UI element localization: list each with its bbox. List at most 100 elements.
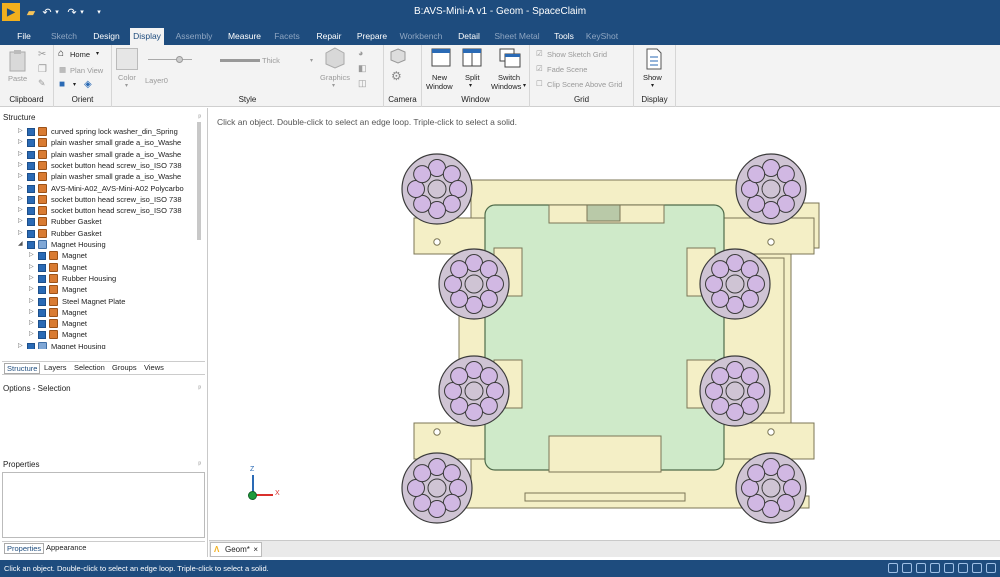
tab-repair[interactable]: Repair <box>315 28 343 45</box>
show-sketch-grid-checkbox[interactable]: ☑ <box>536 49 543 58</box>
visibility-checkbox[interactable] <box>38 331 46 340</box>
expand-icon[interactable]: ▷ <box>18 205 24 216</box>
visibility-checkbox[interactable] <box>27 184 35 193</box>
fade-scene-label[interactable]: Fade Scene <box>547 65 587 74</box>
format-painter-icon[interactable]: ✎ <box>38 78 46 89</box>
tree-row[interactable]: ▷ plain washer small grade a_iso_Washe <box>0 149 200 160</box>
properties-pin-icon[interactable]: ᵖ <box>198 458 201 471</box>
plan-view-button[interactable]: Plan View <box>70 66 103 75</box>
expand-icon[interactable]: ▷ <box>18 228 24 239</box>
tree-row[interactable]: ▷ Magnet <box>0 329 200 340</box>
tree-row[interactable]: ▷ Magnet <box>0 250 200 261</box>
paste-label[interactable]: Paste <box>8 74 27 83</box>
tab-sheet-metal[interactable]: Sheet Metal <box>492 28 542 45</box>
tree-row[interactable]: ▷ socket button head screw_iso_ISO 738 <box>0 160 200 171</box>
visibility-checkbox[interactable] <box>38 252 46 261</box>
home-dropdown-icon[interactable]: ▾ <box>96 50 99 57</box>
show-sketch-grid-label[interactable]: Show Sketch Grid <box>547 50 607 59</box>
constraint-icon[interactable] <box>972 563 982 573</box>
expand-icon[interactable]: ▷ <box>18 137 24 148</box>
new-window-button[interactable]: New <box>432 73 447 82</box>
graphics-icon[interactable] <box>325 47 345 69</box>
split-icon[interactable] <box>462 48 482 68</box>
color-swatch-icon[interactable] <box>116 48 138 70</box>
tree-row[interactable]: ▷ Magnet Housing <box>0 341 200 349</box>
tree-row[interactable]: ▷ Magnet <box>0 307 200 318</box>
panel-tab-selection[interactable]: Selection <box>74 363 105 372</box>
bottom-tab-appearance[interactable]: Appearance <box>46 543 86 552</box>
model-view[interactable] <box>209 108 1000 540</box>
switch-windows-button[interactable]: Switch <box>498 73 520 82</box>
expand-icon[interactable]: ▷ <box>29 318 35 329</box>
panel-tab-groups[interactable]: Groups <box>112 363 137 372</box>
paint-select-icon[interactable] <box>944 563 954 573</box>
visibility-checkbox[interactable] <box>27 161 35 170</box>
tab-facets[interactable]: Facets <box>272 28 302 45</box>
tab-design[interactable]: Design <box>91 28 122 45</box>
panel-tab-layers[interactable]: Layers <box>44 363 67 372</box>
paste-icon[interactable] <box>8 49 28 73</box>
line-slider[interactable] <box>148 59 192 60</box>
expand-icon[interactable]: ▷ <box>29 329 35 340</box>
geom-doc-tab[interactable]: Λ Geom* × <box>210 542 262 557</box>
expand-icon[interactable]: ▷ <box>18 183 24 194</box>
view-dropdown-icon[interactable]: ▾ <box>73 81 76 88</box>
panel-tab-views[interactable]: Views <box>144 363 164 372</box>
line-weight-icon[interactable] <box>220 59 260 62</box>
tree-scrollbar[interactable] <box>197 122 201 240</box>
tree-row[interactable]: ▷ Rubber Gasket <box>0 228 200 239</box>
expand-icon[interactable]: ▷ <box>18 171 24 182</box>
line-weight-dropdown-icon[interactable]: ▾ <box>310 57 313 64</box>
options-pin-icon[interactable]: ᵖ <box>198 382 201 395</box>
split-dropdown-icon[interactable]: ▾ <box>469 82 472 89</box>
tree-row[interactable]: ▷ AVS-Mini-A02_AVS-Mini-A02 Polycarbo <box>0 183 200 194</box>
tree-row[interactable]: ▷ curved spring lock washer_din_Spring <box>0 126 200 137</box>
expand-icon[interactable]: ▷ <box>29 296 35 307</box>
tree-row[interactable]: ▷ socket button head screw_iso_ISO 738 <box>0 205 200 216</box>
tree-row[interactable]: ▷ Rubber Housing <box>0 273 200 284</box>
box-select-icon[interactable] <box>916 563 926 573</box>
options-icon[interactable] <box>986 563 996 573</box>
visibility-checkbox[interactable] <box>38 320 46 329</box>
expand-icon[interactable]: ▷ <box>29 250 35 261</box>
tab-workbench[interactable]: Workbench <box>399 28 443 45</box>
tab-measure[interactable]: Measure <box>226 28 263 45</box>
visibility-checkbox[interactable] <box>27 218 35 227</box>
show-icon[interactable] <box>645 48 663 70</box>
clip-scene-label[interactable]: Clip Scene Above Grid <box>547 80 622 89</box>
graphics-dropdown-icon[interactable]: ▾ <box>332 82 335 89</box>
clip-scene-checkbox[interactable]: ☐ <box>536 79 543 88</box>
visibility-checkbox[interactable] <box>27 229 35 238</box>
visibility-checkbox[interactable] <box>38 308 46 317</box>
tab-file[interactable]: File <box>14 28 34 45</box>
expand-icon[interactable]: ▷ <box>18 216 24 227</box>
camera-settings-icon[interactable]: ⚙ <box>391 69 402 83</box>
doc-close-icon[interactable]: × <box>253 543 258 556</box>
tree-row[interactable]: ▷ Steel Magnet Plate <box>0 296 200 307</box>
bottom-tab-properties[interactable]: Properties <box>4 543 45 554</box>
visibility-checkbox[interactable] <box>27 342 35 349</box>
plan-view-icon[interactable]: ▦ <box>59 65 66 74</box>
render-mode-2-icon[interactable]: ◧ <box>358 63 367 74</box>
expand-icon[interactable]: ▷ <box>18 126 24 137</box>
visibility-checkbox[interactable] <box>27 241 35 249</box>
line-slider-thumb[interactable] <box>176 56 183 63</box>
collapse-icon[interactable]: ◢ <box>18 239 24 250</box>
select-mode-icon[interactable] <box>902 563 912 573</box>
expand-icon[interactable]: ▷ <box>29 307 35 318</box>
visibility-checkbox[interactable] <box>27 150 35 159</box>
expand-icon[interactable]: ▷ <box>29 284 35 295</box>
expand-icon[interactable]: ▷ <box>29 273 35 284</box>
visibility-checkbox[interactable] <box>38 297 46 306</box>
tree-row[interactable]: ▷ plain washer small grade a_iso_Washe <box>0 137 200 148</box>
visibility-checkbox[interactable] <box>27 207 35 216</box>
color-dropdown-icon[interactable]: ▾ <box>125 82 128 89</box>
color-button[interactable]: Color <box>118 73 136 82</box>
viewport[interactable]: Click an object. Double-click to select … <box>209 108 1000 540</box>
tree-row[interactable]: ▷ Magnet <box>0 284 200 295</box>
lasso-icon[interactable] <box>930 563 940 573</box>
tab-keyshot[interactable]: KeyShot <box>585 28 619 45</box>
tab-sketch[interactable]: Sketch <box>50 28 78 45</box>
tree-row[interactable]: ▷ socket button head screw_iso_ISO 738 <box>0 194 200 205</box>
cut-icon[interactable]: ✂ <box>38 49 46 60</box>
